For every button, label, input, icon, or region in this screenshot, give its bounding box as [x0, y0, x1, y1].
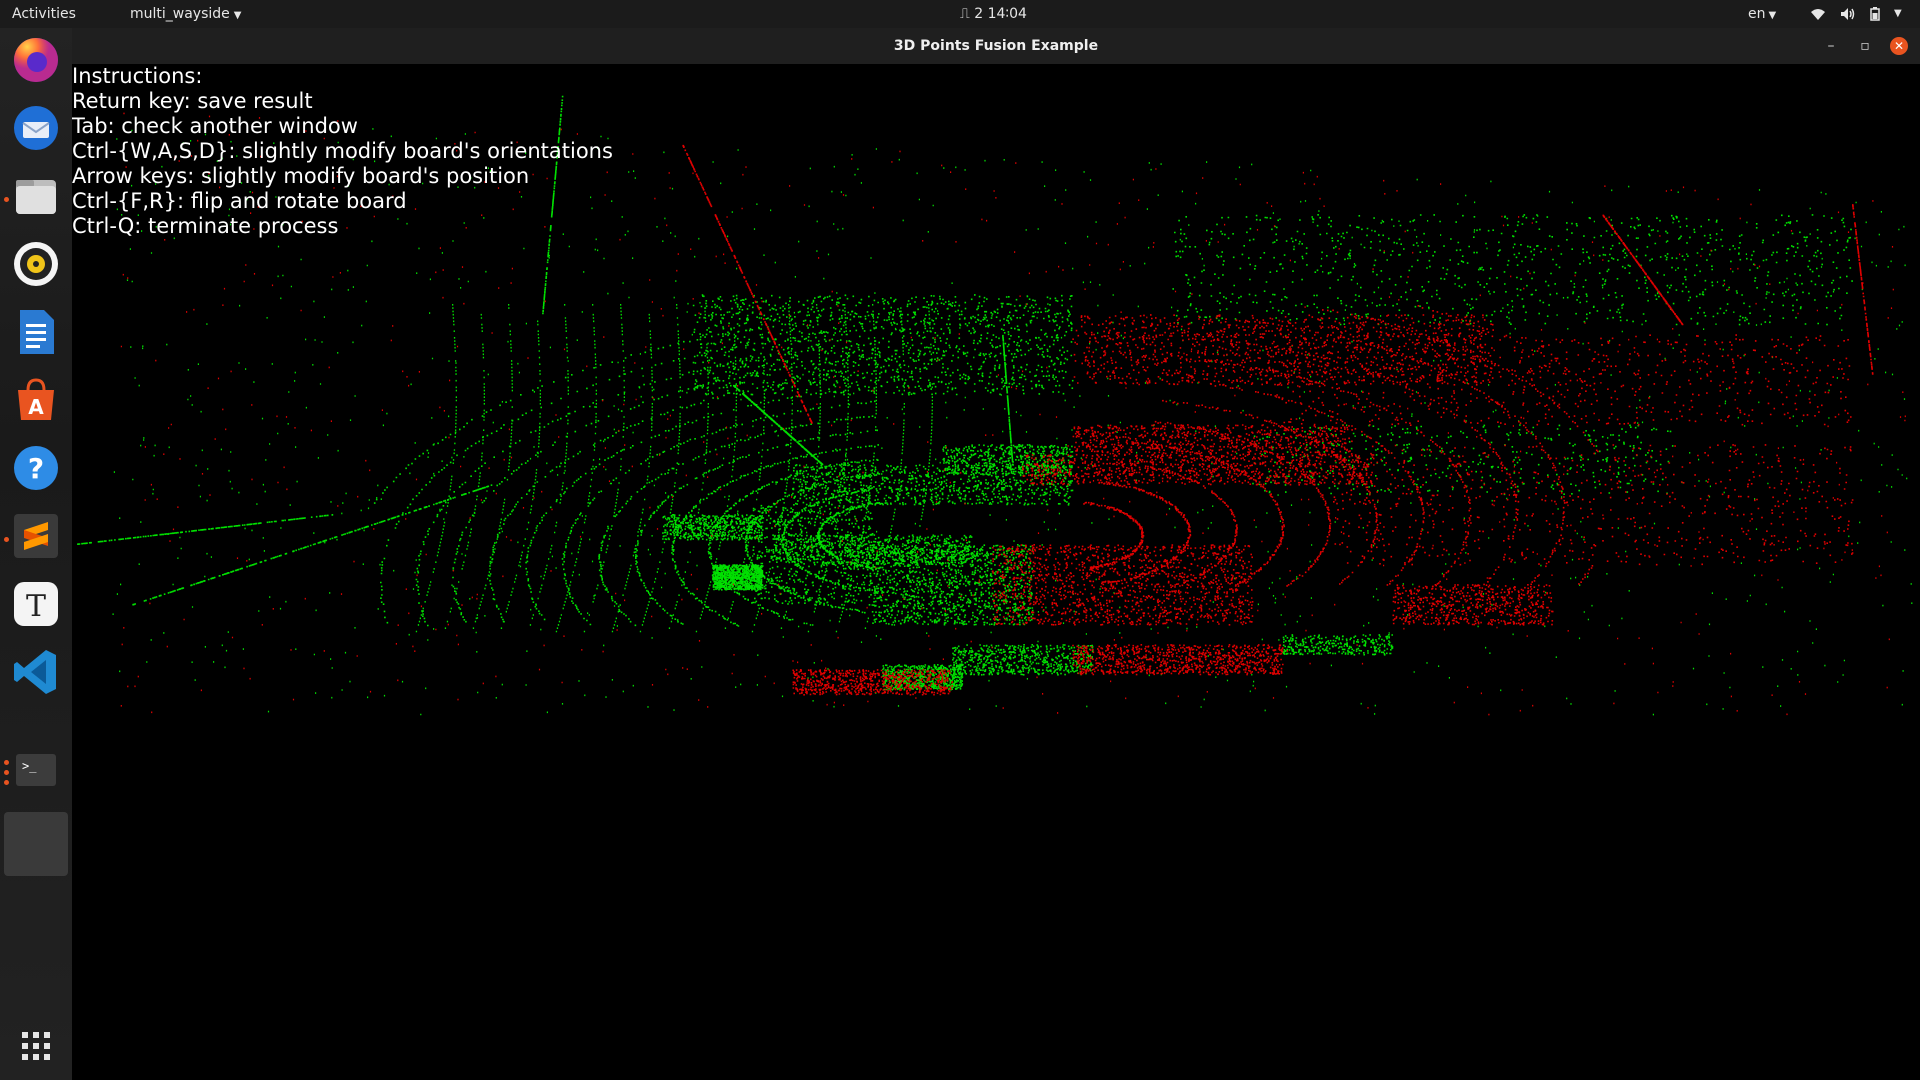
instruction-line: Ctrl-{W,A,S,D}: slightly modify board's … — [72, 139, 613, 163]
running-indicator — [4, 760, 9, 765]
instruction-line: Return key: save result — [72, 89, 313, 113]
running-indicator — [4, 197, 9, 202]
sublime-text-icon[interactable] — [10, 510, 62, 562]
clock[interactable]: ⎍ 2 14∶04 — [960, 0, 1027, 28]
running-indicator — [4, 770, 9, 775]
battery-icon — [1870, 7, 1880, 21]
dock: A ? T >_ — [0, 28, 72, 1080]
maximize-icon[interactable]: ▫ — [1856, 37, 1874, 55]
instructions-overlay: Instructions: Return key: save result Ta… — [72, 64, 613, 239]
app-menu-label: multi_wayside — [130, 6, 230, 22]
typora-icon[interactable]: T — [10, 578, 62, 630]
chevron-down-icon: ▼ — [1894, 8, 1902, 19]
chevron-down-icon: ▼ — [233, 10, 242, 21]
point-cloud-viewport[interactable]: Instructions: Return key: save result Ta… — [72, 64, 1920, 1080]
svg-text:?: ? — [28, 452, 44, 485]
window-titlebar[interactable]: 3D Points Fusion Example – ▫ ✕ — [72, 28, 1920, 65]
instruction-line: Tab: check another window — [72, 114, 358, 138]
instruction-line: Ctrl-Q: terminate process — [72, 214, 339, 238]
top-bar: Activities multi_wayside ▼ ⎍ 2 14∶04 en ▼ … — [0, 0, 1920, 28]
system-tray[interactable]: ▼ — [1810, 0, 1902, 28]
thunderbird-icon[interactable] — [10, 102, 62, 154]
svg-text:>_: >_ — [22, 759, 37, 773]
app-menu[interactable]: multi_wayside ▼ — [130, 0, 241, 28]
instruction-line: Arrow keys: slightly modify board's posi… — [72, 164, 530, 188]
help-icon[interactable]: ? — [10, 442, 62, 494]
wifi-icon — [1811, 9, 1825, 20]
window-title: 3D Points Fusion Example — [893, 38, 1099, 54]
language-indicator[interactable]: en ▼ — [1748, 0, 1776, 28]
close-icon[interactable]: ✕ — [1890, 37, 1908, 55]
svg-text:A: A — [28, 395, 44, 419]
vscode-icon[interactable] — [10, 646, 62, 698]
svg-text:T: T — [26, 589, 46, 624]
instruction-line: Instructions: — [72, 64, 203, 88]
rhythmbox-icon[interactable] — [10, 238, 62, 290]
firefox-icon[interactable] — [10, 34, 62, 86]
instruction-line: Ctrl-{F,R}: flip and rotate board — [72, 189, 407, 213]
running-indicator — [4, 537, 9, 542]
terminal-icon[interactable]: >_ — [10, 744, 62, 796]
chevron-down-icon: ▼ — [1768, 10, 1777, 21]
language-label: en — [1748, 6, 1766, 22]
software-center-icon[interactable]: A — [10, 374, 62, 426]
minimize-icon[interactable]: – — [1822, 37, 1840, 55]
show-applications-icon[interactable] — [10, 1020, 62, 1072]
activities-button[interactable]: Activities — [12, 0, 76, 28]
volume-icon — [1841, 8, 1855, 20]
running-indicator — [4, 780, 9, 785]
files-icon[interactable] — [10, 170, 62, 222]
libreoffice-writer-icon[interactable] — [10, 306, 62, 358]
active-window-icon[interactable] — [4, 812, 68, 876]
